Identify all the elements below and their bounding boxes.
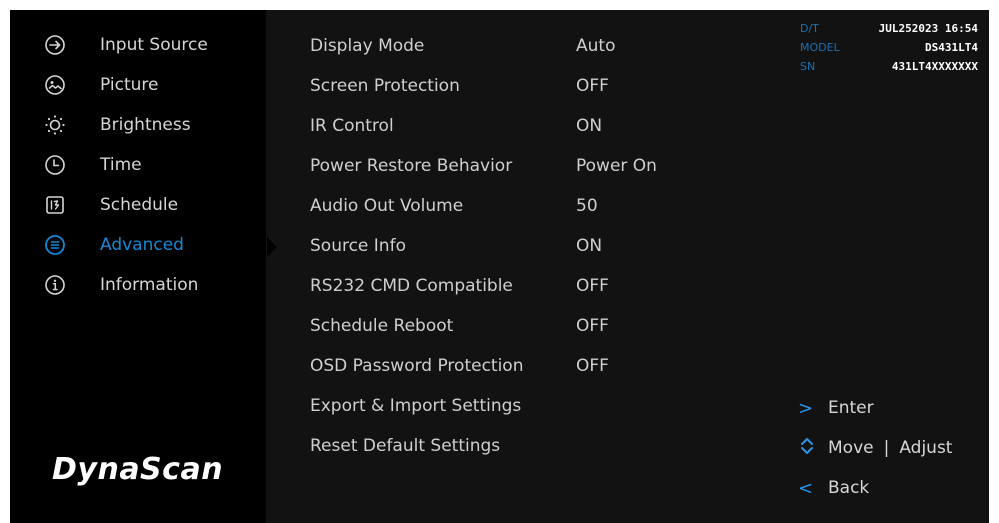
setting-value: OFF [576, 316, 609, 336]
setting-value: ON [576, 116, 603, 136]
info-value: DS431LT4 [925, 41, 978, 54]
help-separator: | [883, 438, 890, 458]
info-value: 431LT4XXXXXXX [891, 60, 978, 73]
help-label: Enter [828, 398, 874, 418]
setting-label: RS232 CMD Compatible [310, 276, 513, 296]
setting-display-mode[interactable]: Display Mode Auto [310, 26, 730, 66]
setting-value: 50 [576, 196, 598, 216]
device-info: D/T JUL252023 16:54 MODEL DS431LT4 SN 43… [800, 22, 978, 79]
help-move-adjust: Move | Adjust [798, 430, 988, 466]
sidebar-item-information[interactable]: Information [10, 265, 266, 305]
sidebar-item-schedule[interactable]: Schedule [10, 185, 266, 225]
setting-label: OSD Password Protection [310, 356, 524, 376]
sidebar-item-input-source[interactable]: Input Source [10, 25, 266, 65]
setting-label: Power Restore Behavior [310, 156, 513, 176]
setting-value: ON [576, 236, 603, 256]
setting-reset-default-settings[interactable]: Reset Default Settings [310, 426, 730, 466]
setting-power-restore-behavior[interactable]: Power Restore Behavior Power On [310, 146, 730, 186]
sidebar-item-label: Brightness [100, 115, 191, 135]
osd-screen: Input Source Picture Brightness Time Sch… [10, 10, 989, 523]
help-enter: > Enter [798, 390, 988, 426]
advanced-icon [44, 234, 66, 256]
info-value: JUL252023 16:54 [878, 22, 978, 35]
info-row-model: MODEL DS431LT4 [800, 41, 978, 60]
setting-screen-protection[interactable]: Screen Protection OFF [310, 66, 730, 106]
setting-label: Source Info [310, 236, 406, 256]
info-key: MODEL [800, 41, 840, 54]
picture-icon [44, 74, 66, 96]
up-down-arrows-icon [798, 435, 828, 462]
information-icon [44, 274, 66, 296]
setting-label: Reset Default Settings [310, 436, 501, 456]
schedule-icon [44, 194, 66, 216]
brand-logo: DynaScan [52, 452, 224, 487]
help-label: Move [828, 438, 874, 458]
sidebar-item-picture[interactable]: Picture [10, 65, 266, 105]
setting-osd-password-protection[interactable]: OSD Password Protection OFF [310, 346, 730, 386]
setting-audio-out-volume[interactable]: Audio Out Volume 50 [310, 186, 730, 226]
info-row-dt: D/T JUL252023 16:54 [800, 22, 978, 41]
sidebar-item-label: Advanced [100, 235, 184, 255]
setting-label: Audio Out Volume [310, 196, 464, 216]
help-back: < Back [798, 470, 988, 506]
help-label: Adjust [899, 438, 953, 458]
setting-schedule-reboot[interactable]: Schedule Reboot OFF [310, 306, 730, 346]
info-key: SN [800, 60, 816, 73]
setting-label: Export & Import Settings [310, 396, 522, 416]
sidebar: Input Source Picture Brightness Time Sch… [10, 10, 266, 523]
setting-value: Power On [576, 156, 657, 176]
setting-label: Screen Protection [310, 76, 460, 96]
setting-label: IR Control [310, 116, 394, 136]
setting-label: Display Mode [310, 36, 425, 56]
info-row-sn: SN 431LT4XXXXXXX [800, 60, 978, 79]
input-source-icon [44, 34, 66, 56]
setting-value: OFF [576, 356, 609, 376]
setting-value: Auto [576, 36, 616, 56]
sidebar-item-label: Schedule [100, 195, 179, 215]
sidebar-item-label: Information [100, 275, 199, 295]
sidebar-item-label: Input Source [100, 35, 208, 55]
setting-value: OFF [576, 276, 609, 296]
sidebar-item-label: Picture [100, 75, 159, 95]
setting-value: OFF [576, 76, 609, 96]
sidebar-item-advanced[interactable]: Advanced [10, 225, 266, 265]
sidebar-item-label: Time [100, 155, 142, 175]
sidebar-item-brightness[interactable]: Brightness [10, 105, 266, 145]
clock-icon [44, 154, 66, 176]
info-key: D/T [800, 22, 819, 35]
selection-pointer [267, 237, 277, 257]
setting-source-info[interactable]: Source Info ON [310, 226, 730, 266]
setting-rs232-cmd-compatible[interactable]: RS232 CMD Compatible OFF [310, 266, 730, 306]
chevron-left-icon: < [798, 477, 814, 499]
brightness-icon [44, 114, 66, 136]
setting-export-import-settings[interactable]: Export & Import Settings [310, 386, 730, 426]
help-label: Back [828, 478, 870, 498]
setting-label: Schedule Reboot [310, 316, 454, 336]
sidebar-item-time[interactable]: Time [10, 145, 266, 185]
chevron-right-icon: > [798, 397, 814, 419]
setting-ir-control[interactable]: IR Control ON [310, 106, 730, 146]
